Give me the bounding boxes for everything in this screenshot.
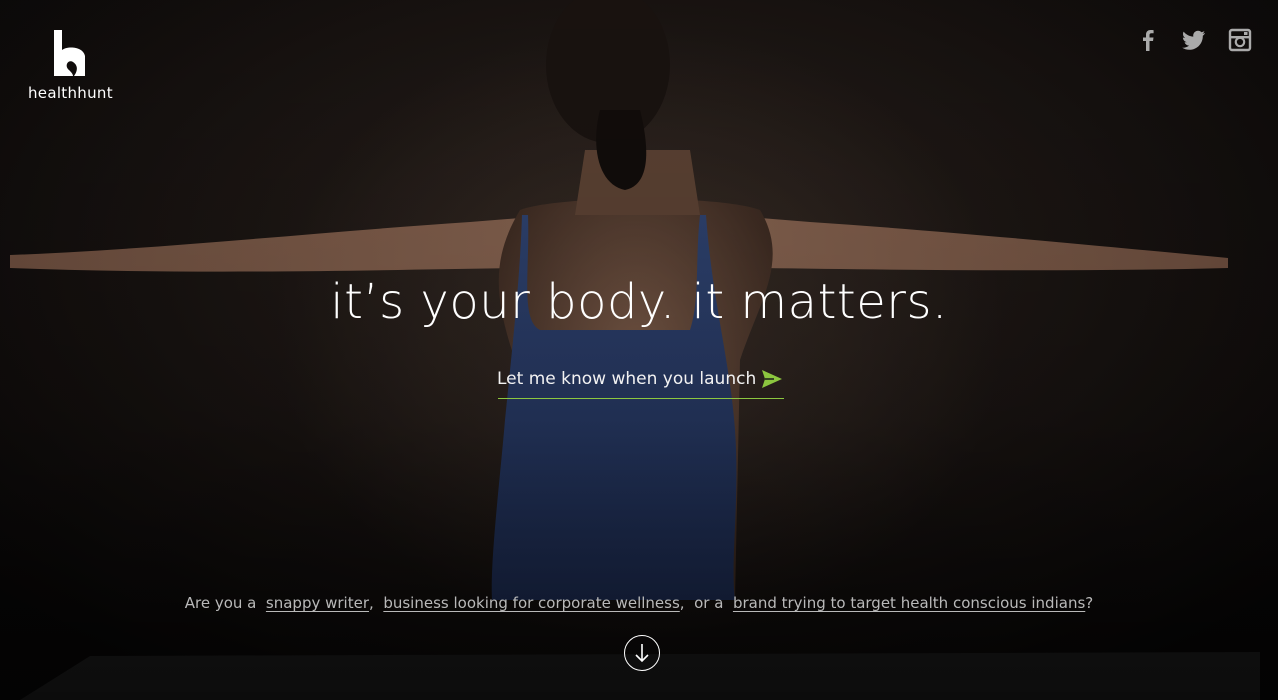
social-links	[1136, 28, 1252, 52]
launch-notify-input[interactable]	[495, 368, 760, 390]
question-prefix: Are you a	[184, 594, 257, 612]
audience-question: Are you a snappy writer, business lookin…	[0, 594, 1278, 612]
brand-target-link[interactable]: brand trying to target health conscious …	[733, 594, 1085, 612]
hero-headline: it’s your body. it matters.	[330, 274, 948, 330]
send-arrow-icon[interactable]	[760, 368, 784, 390]
brand-name: healthhunt	[28, 84, 113, 102]
launch-signup-form	[495, 360, 784, 399]
snappy-writer-link[interactable]: snappy writer	[266, 594, 369, 612]
twitter-icon[interactable]	[1181, 28, 1206, 52]
question-separator-2: , or a	[679, 594, 724, 612]
facebook-icon[interactable]	[1136, 28, 1160, 52]
question-suffix: ?	[1085, 594, 1094, 612]
question-separator-1: ,	[369, 594, 374, 612]
scroll-down-button[interactable]	[624, 635, 660, 671]
brand-logo[interactable]: healthhunt	[28, 28, 113, 102]
arrow-down-icon	[635, 644, 649, 663]
instagram-icon[interactable]	[1228, 28, 1252, 52]
healthhunt-logo-icon	[54, 30, 85, 76]
corporate-wellness-link[interactable]: business looking for corporate wellness	[383, 594, 679, 612]
